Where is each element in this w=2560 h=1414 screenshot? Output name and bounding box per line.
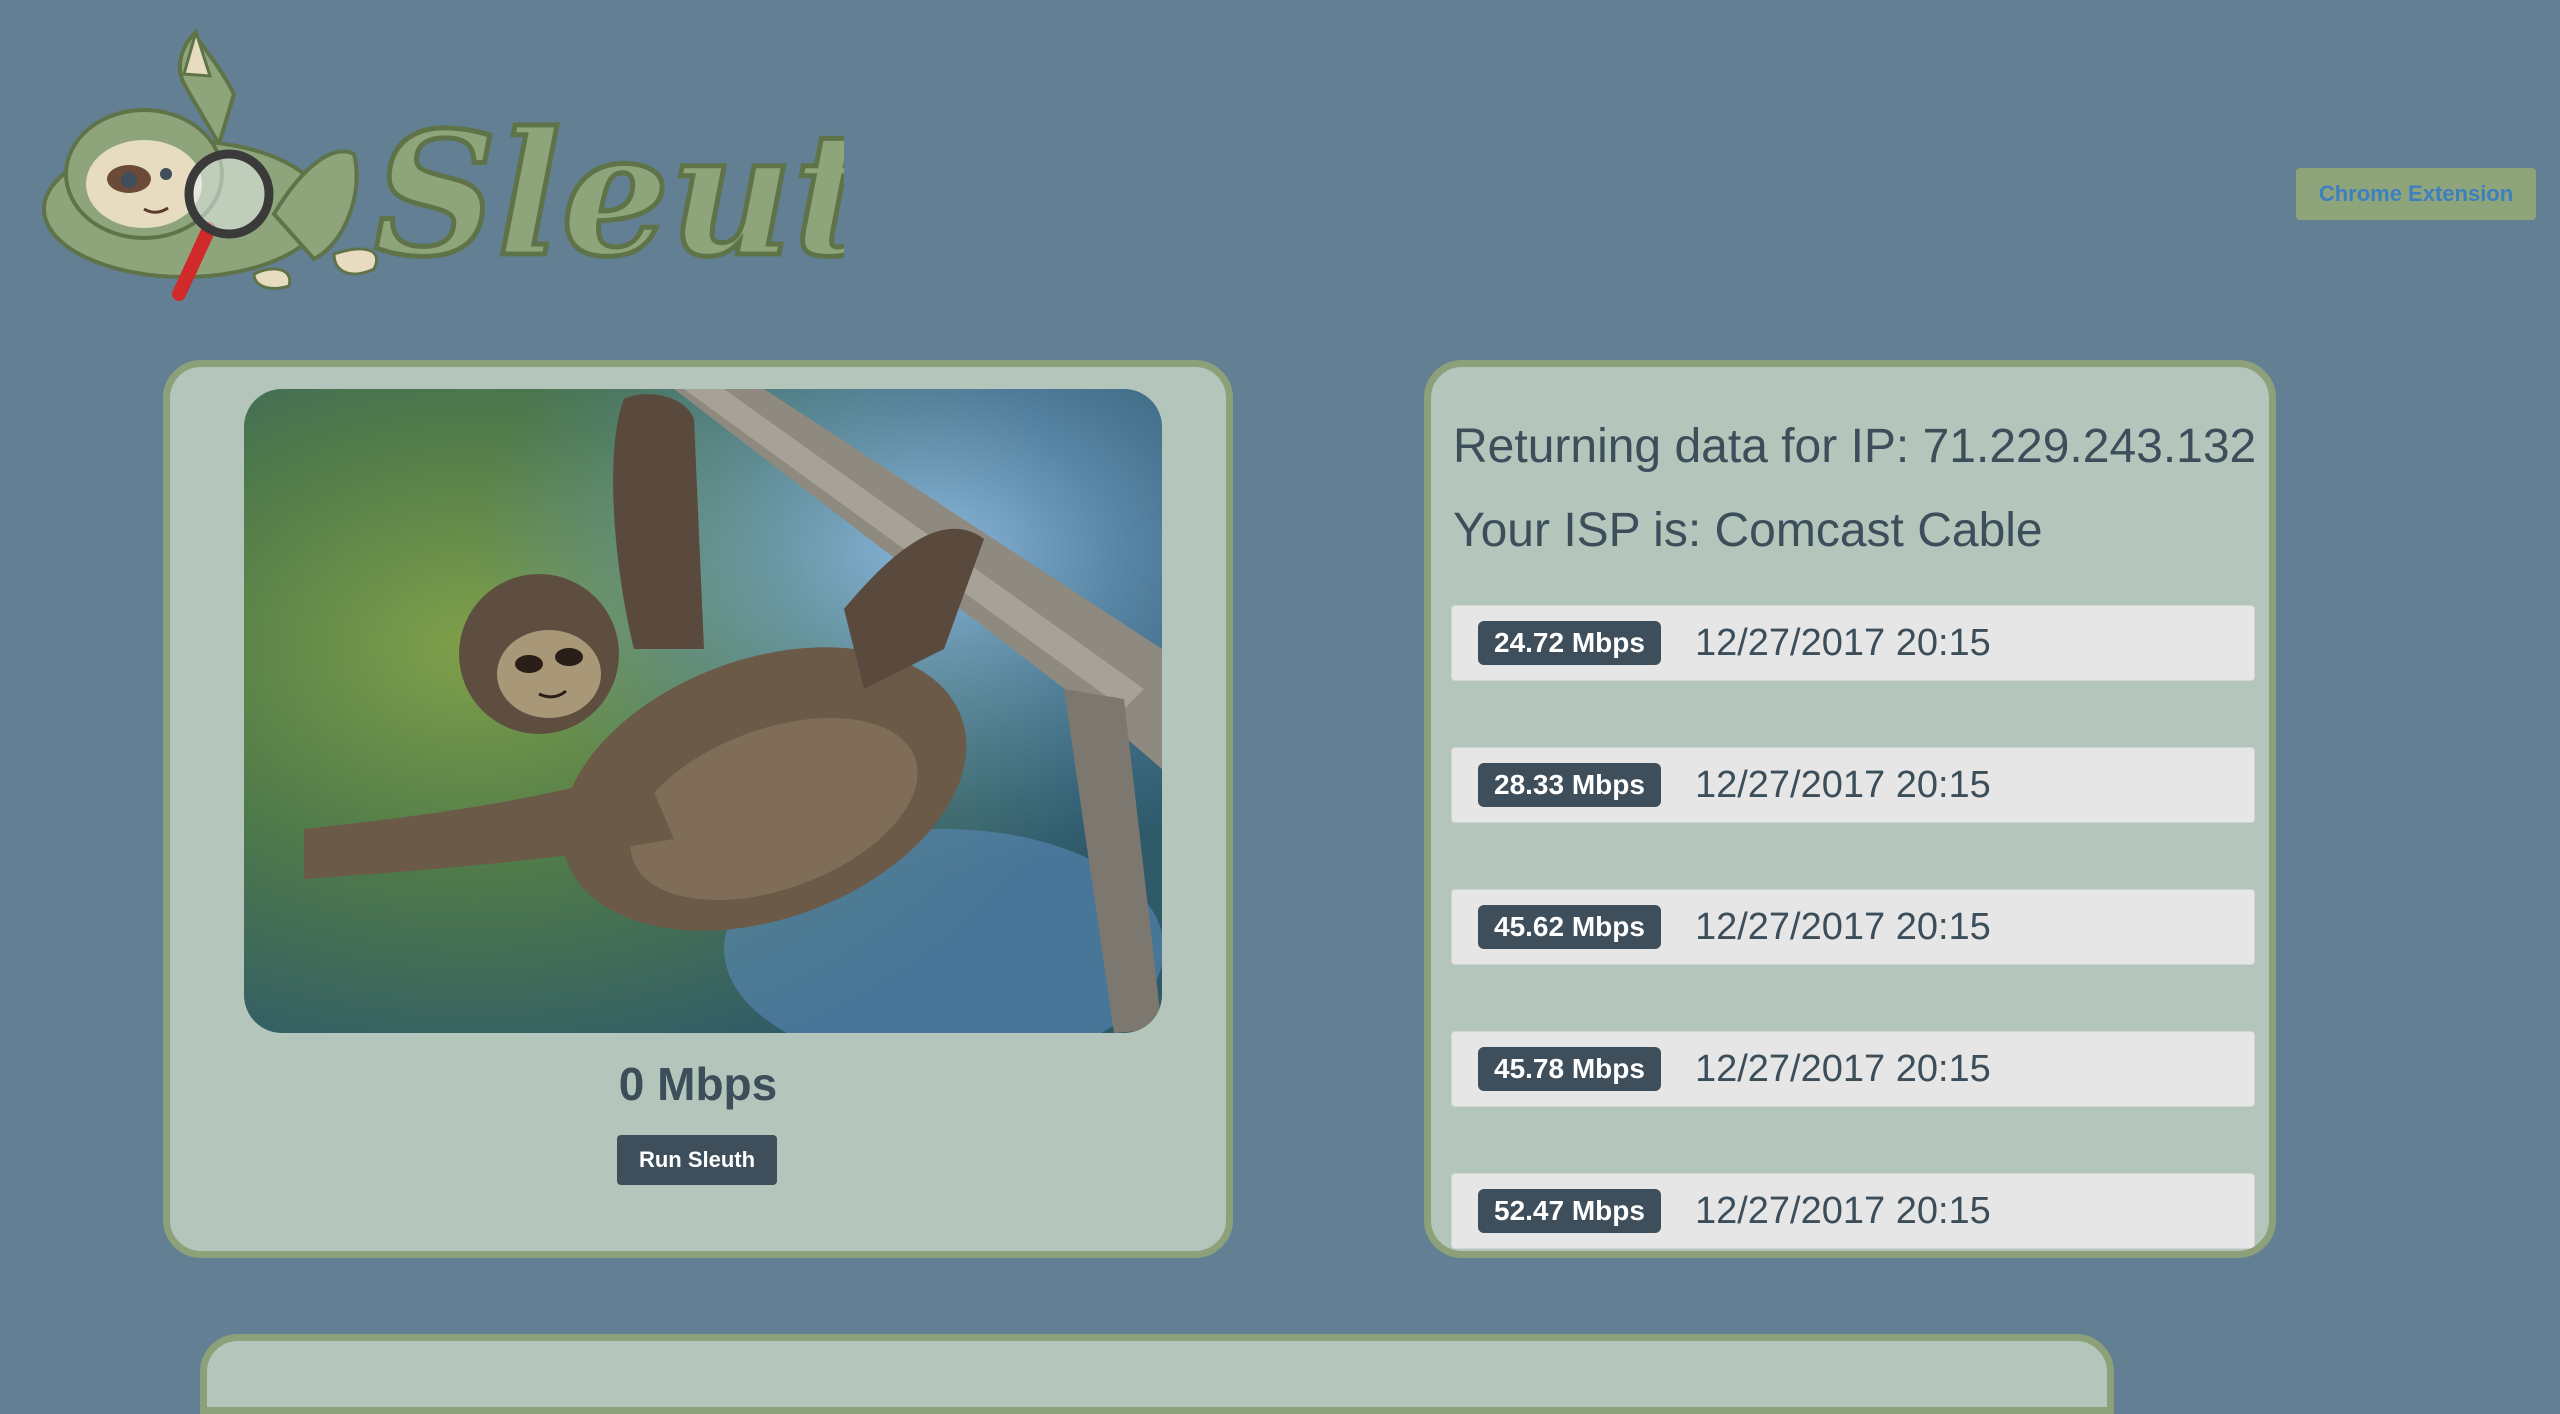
speed-test-panel: 0 Mbps Run Sleuth <box>163 360 1233 1258</box>
bottom-panel <box>200 1334 2114 1414</box>
logo-text: Sleuth <box>374 95 844 295</box>
result-timestamp: 12/27/2017 20:15 <box>1694 1047 1991 1090</box>
result-timestamp: 12/27/2017 20:15 <box>1694 1189 1991 1232</box>
list-item: 52.47 Mbps 12/27/2017 20:15 <box>1451 1173 2255 1249</box>
speed-badge: 24.72 Mbps <box>1478 621 1661 665</box>
sloth-photo <box>244 389 1162 1033</box>
speed-badge: 45.78 Mbps <box>1478 1047 1661 1091</box>
results-panel: Returning data for IP: 71.229.243.132 Yo… <box>1424 360 2276 1258</box>
list-item: 28.33 Mbps 12/27/2017 20:15 <box>1451 747 2255 823</box>
speed-badge: 28.33 Mbps <box>1478 763 1661 807</box>
list-item: 45.62 Mbps 12/27/2017 20:15 <box>1451 889 2255 965</box>
speed-badge: 45.62 Mbps <box>1478 905 1661 949</box>
result-timestamp: 12/27/2017 20:15 <box>1694 905 1991 948</box>
sleuth-logo: Sleuth <box>34 24 998 304</box>
isp-text: Your ISP is: Comcast Cable <box>1453 504 2043 557</box>
speed-badge: 52.47 Mbps <box>1478 1189 1661 1233</box>
chrome-extension-button[interactable]: Chrome Extension <box>2296 168 2536 220</box>
sloth-mascot-icon: Sleuth <box>42 26 998 301</box>
run-sleuth-button[interactable]: Run Sleuth <box>617 1135 777 1185</box>
list-item: 24.72 Mbps 12/27/2017 20:15 <box>1451 605 2255 681</box>
current-speed: 0 Mbps <box>618 1058 778 1110</box>
list-item: 45.78 Mbps 12/27/2017 20:15 <box>1451 1031 2255 1107</box>
result-timestamp: 12/27/2017 20:15 <box>1694 763 1991 806</box>
result-timestamp: 12/27/2017 20:15 <box>1694 621 1991 664</box>
ip-address-text: Returning data for IP: 71.229.243.132 <box>1453 420 2257 473</box>
results-list: 24.72 Mbps 12/27/2017 20:15 28.33 Mbps 1… <box>1451 605 2255 1251</box>
